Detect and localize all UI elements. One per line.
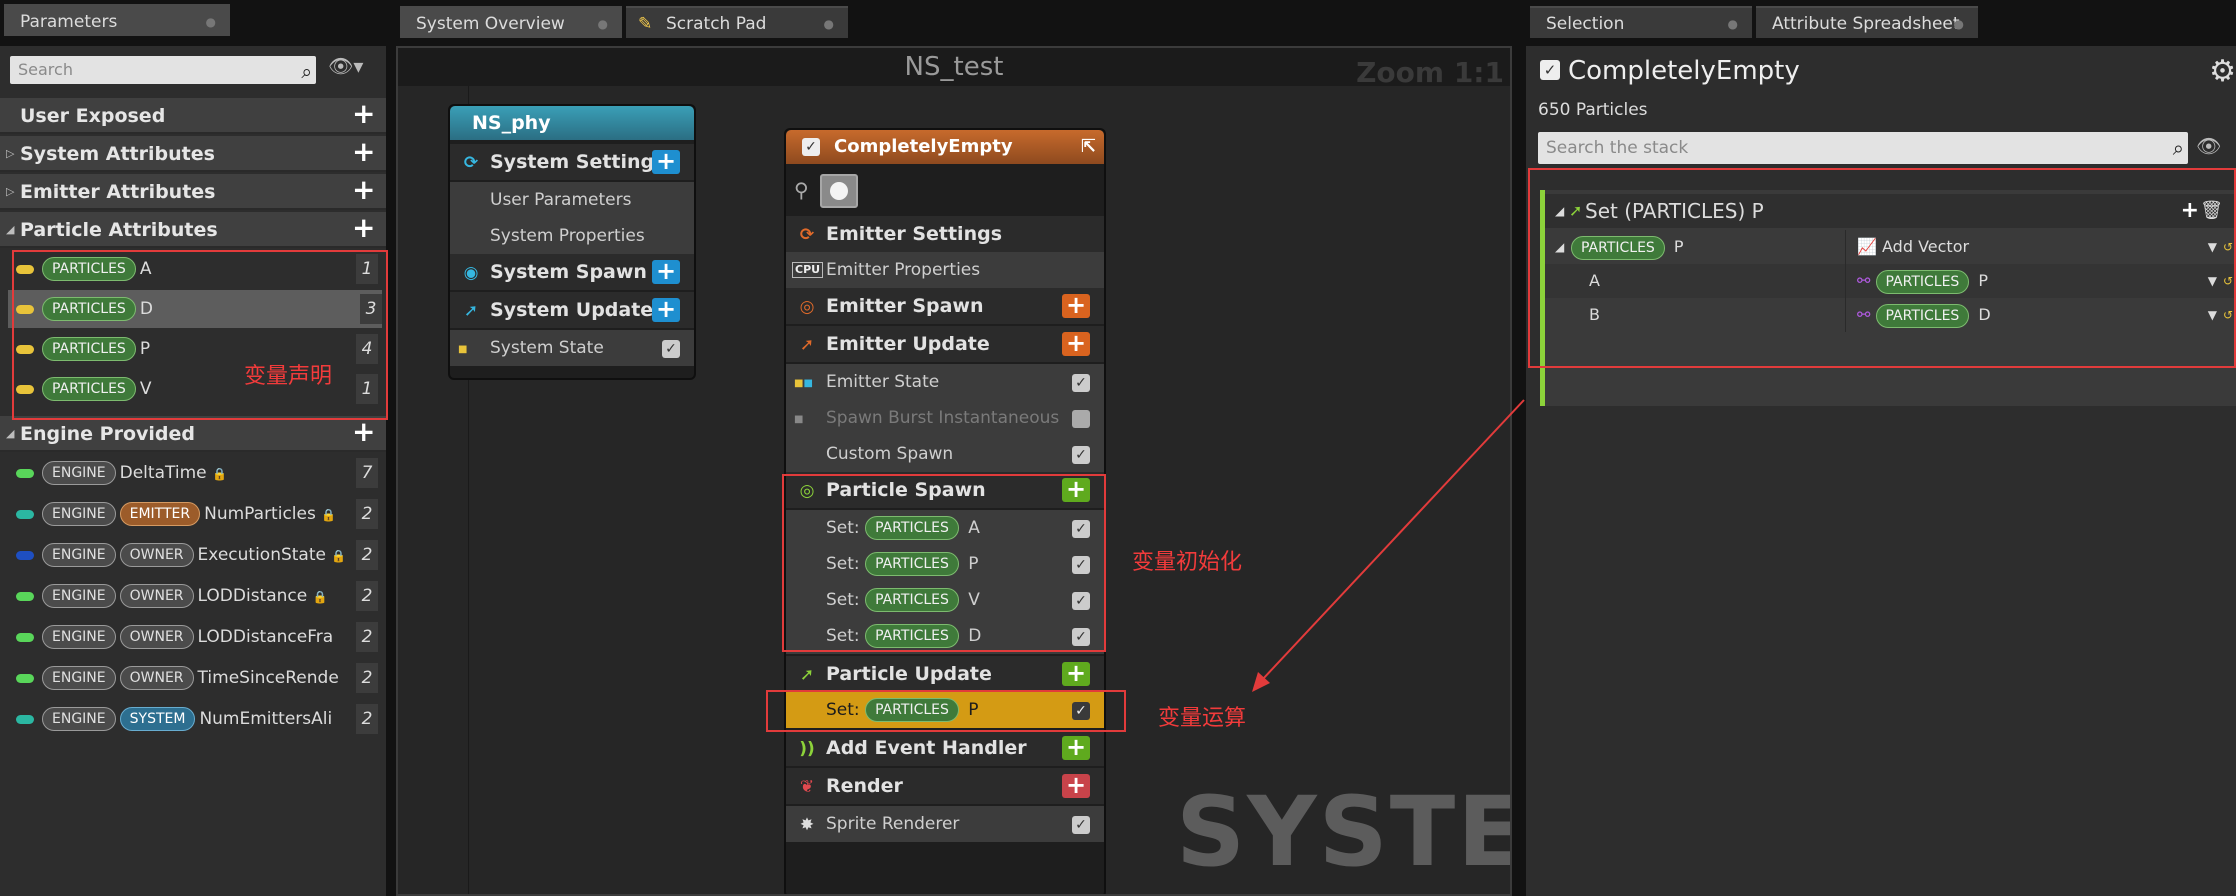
settings-gear-icon[interactable]: ⚙ <box>2209 54 2236 89</box>
search-icon[interactable]: ⌕ <box>2173 132 2184 164</box>
particle-count: 650 Particles <box>1538 100 1648 120</box>
selection-title: CompletelyEmpty <box>1568 56 1800 86</box>
selection-enable-checkbox[interactable]: ✓ <box>1540 60 1560 80</box>
stack-search-input[interactable]: Search the stack ⌕ <box>1538 132 2188 164</box>
stack-search-placeholder: Search the stack <box>1546 138 1689 158</box>
eye-icon[interactable]: 👁 <box>2196 134 2221 158</box>
highlight-box-module <box>1528 168 2236 368</box>
